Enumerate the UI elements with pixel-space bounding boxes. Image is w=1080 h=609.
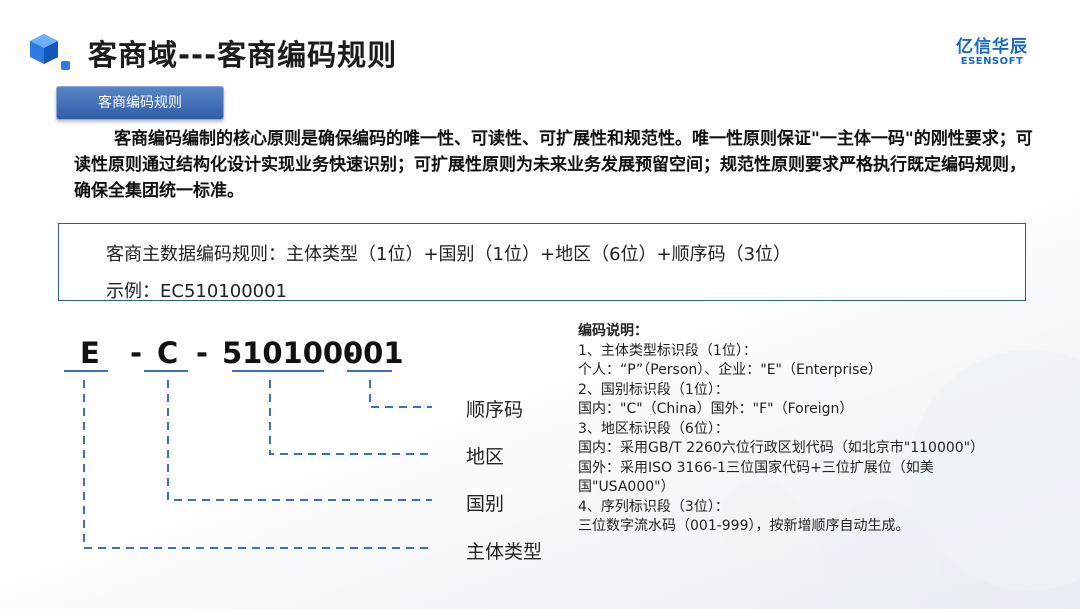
label-seq: 顺序码 (466, 399, 524, 421)
notes-line: 3、地区标识段（6位）： (578, 420, 729, 437)
notes-line: 1、主体类型标识段（1位）： (578, 342, 757, 359)
notes-line: 国外：采用ISO 3166-1三位国家代码+三位扩展位（如美国"USA000"） (578, 459, 934, 496)
label-region: 地区 (466, 446, 505, 468)
notes-line: 2、国别标识段（1位）： (578, 381, 729, 398)
code-notes: 编码说明： 1、主体类型标识段（1位）： 个人：“P”（Person）、企业："… (578, 322, 1048, 537)
connector-region (269, 380, 432, 455)
notes-line: 4、序列标识段（3位）： (578, 498, 729, 515)
connector-country (167, 380, 432, 501)
notes-line: 三位数字流水码（001-999），按新增顺序自动生成。 (578, 518, 910, 534)
notes-line: 国内："C"（China）国外："F"（Foreign） (578, 401, 854, 417)
notes-heading: 编码说明： (578, 323, 648, 339)
notes-line: 国内：采用GB/T 2260六位行政区划代码（如北京市"110000"） (578, 440, 985, 456)
label-country: 国别 (466, 493, 505, 515)
label-type: 主体类型 (466, 541, 543, 563)
notes-line: 个人：“P”（Person）、企业："E"（Enterprise） (578, 362, 882, 378)
connector-seq (369, 380, 432, 408)
connector-type (83, 380, 432, 549)
